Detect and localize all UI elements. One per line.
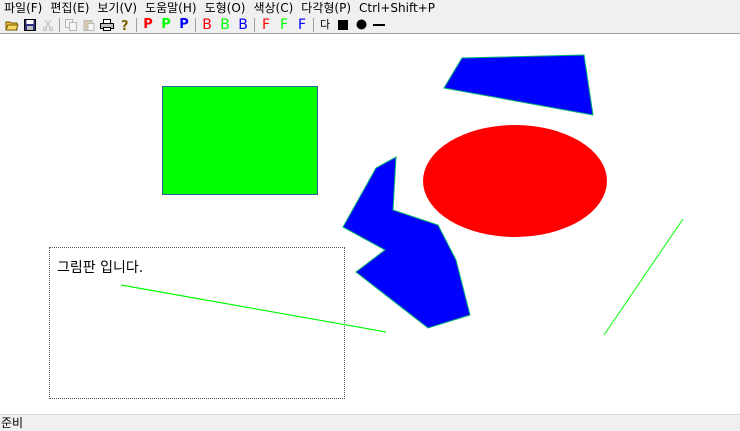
fill-green-icon[interactable]: F <box>276 17 292 33</box>
brush-green-icon[interactable]: B <box>217 17 233 33</box>
menu-polygon-shortcut: Ctrl+Shift+P <box>359 1 435 15</box>
menu-view[interactable]: 보기(V) <box>93 0 141 16</box>
pen-blue-icon[interactable]: P <box>176 17 192 33</box>
toolbar-separator <box>59 17 60 32</box>
paste-icon[interactable] <box>81 17 97 33</box>
toolbar-separator <box>313 17 314 32</box>
red-ellipse[interactable] <box>423 125 607 237</box>
menu-shape[interactable]: 도형(O) <box>201 0 250 16</box>
green-rectangle[interactable] <box>162 86 318 195</box>
polygon-tool-icon[interactable]: 다 <box>317 17 333 33</box>
rectangle-tool-icon[interactable] <box>335 17 351 33</box>
canvas-text: 그림판 입니다. <box>57 260 144 276</box>
menu-color[interactable]: 색상(C) <box>249 0 297 16</box>
fill-red-icon[interactable]: F <box>258 17 274 33</box>
svg-text:?: ? <box>121 19 129 32</box>
menu-file[interactable]: 파일(F) <box>0 0 46 16</box>
pen-red-icon[interactable]: P <box>140 17 156 33</box>
brush-red-icon[interactable]: B <box>199 17 215 33</box>
ellipse-tool-icon[interactable] <box>353 17 369 33</box>
open-folder-icon[interactable] <box>4 17 20 33</box>
toolbar-separator <box>136 17 137 32</box>
blue-quadrilateral[interactable] <box>443 54 594 116</box>
text-box[interactable]: 그림판 입니다. <box>49 247 345 399</box>
toolbar: ? P P P B B B F F F 다 <box>0 16 740 34</box>
cut-icon[interactable] <box>40 17 56 33</box>
status-text: 준비 <box>1 416 24 430</box>
menu-bar: 파일(F) 편집(E) 보기(V) 도움말(H) 도형(O) 색상(C) 다각형… <box>0 0 740 16</box>
pen-green-icon[interactable]: P <box>158 17 174 33</box>
brush-blue-icon[interactable]: B <box>235 17 251 33</box>
print-icon[interactable] <box>99 17 115 33</box>
status-bar: 준비 <box>0 414 740 431</box>
fill-blue-icon[interactable]: F <box>294 17 310 33</box>
help-icon[interactable]: ? <box>117 17 133 33</box>
line-tool-icon[interactable] <box>371 17 387 33</box>
drawing-canvas[interactable]: 그림판 입니다. <box>0 35 740 414</box>
menu-polygon[interactable]: 다각형(P) <box>297 0 355 16</box>
copy-icon[interactable] <box>63 17 79 33</box>
save-icon[interactable] <box>22 17 38 33</box>
menu-help[interactable]: 도움말(H) <box>141 0 201 16</box>
toolbar-separator <box>195 17 196 32</box>
toolbar-separator <box>254 17 255 32</box>
green-line-diagonal[interactable] <box>603 218 684 336</box>
menu-edit[interactable]: 편집(E) <box>46 0 93 16</box>
